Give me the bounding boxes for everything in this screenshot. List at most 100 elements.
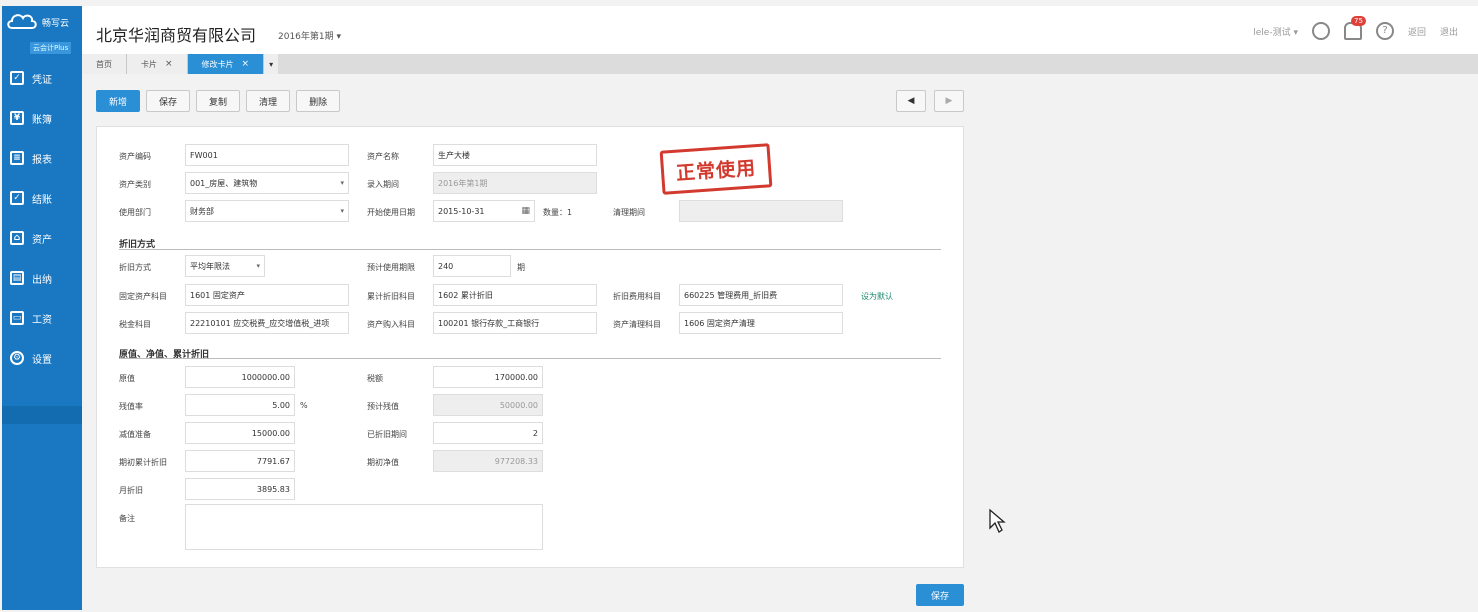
asset-name-input[interactable]: 生产大楼 (433, 144, 597, 166)
clean-acct-input[interactable]: 1606 固定资产清理 (679, 312, 843, 334)
monthly-label: 月折旧 (119, 486, 143, 495)
sidebar-item-label: 账簿 (32, 114, 52, 126)
asset-type-label: 资产类别 (119, 180, 151, 189)
section-divider (119, 358, 941, 359)
user-menu[interactable]: lele-测试 ▾ (1253, 25, 1298, 38)
tab-edit-card[interactable]: 修改卡片 × (187, 54, 265, 74)
logout-link[interactable]: 退出 (1440, 25, 1458, 38)
monthly-input[interactable]: 3895.83 (185, 478, 295, 500)
tab-card[interactable]: 卡片 × (127, 54, 188, 74)
save-button[interactable]: 保存 (146, 90, 191, 112)
dept-value: 财务部 (190, 206, 214, 216)
clear-period-label: 清理期间 (613, 208, 645, 217)
entry-period-label: 录入期间 (367, 180, 399, 189)
qty-label: 数量：1 (543, 208, 573, 217)
tab-bar: 首页 卡片 × 修改卡片 × ▾ (82, 54, 1478, 74)
sidebar-item-label: 资产 (32, 234, 52, 246)
residual-rate-label: 残值率 (119, 402, 143, 411)
report-icon: ≡ (10, 151, 24, 165)
status-stamp: 正常使用 (659, 143, 773, 195)
sidebar-item-label: 凭证 (32, 74, 52, 86)
chevron-down-icon[interactable]: ▾ (264, 54, 279, 74)
method-select[interactable]: 平均年限法 ▾ (185, 255, 265, 277)
asset-code-input[interactable]: FW001 (185, 144, 349, 166)
sidebar-item-3[interactable]: ✓ 结账 (2, 178, 82, 218)
close-icon[interactable]: × (165, 59, 173, 69)
dropdown-arrow-icon: ▾ (340, 207, 344, 215)
est-residual-input: 50000.00 (433, 394, 543, 416)
asset-code-label: 资产编码 (119, 152, 151, 161)
asset-card-form: 资产编码 FW001 资产名称 生产大楼 正常使用 资产类别 001_房屋、建筑… (96, 126, 964, 568)
start-date-input[interactable]: 2015-10-31 ▦ (433, 200, 535, 222)
prev-record-button[interactable]: ◀ (896, 90, 926, 112)
accum-acct-label: 累计折旧科目 (367, 292, 415, 301)
begin-accum-input[interactable]: 7791.67 (185, 450, 295, 472)
back-link[interactable]: 返回 (1408, 25, 1426, 38)
residual-rate-input[interactable]: 5.00 (185, 394, 295, 416)
fixed-acct-input[interactable]: 1601 固定资产 (185, 284, 349, 306)
version-badge: 云会计Plus (30, 42, 72, 54)
remark-label: 备注 (119, 514, 135, 523)
sidebar-nav: ✓ 凭证 ¥ 账簿 ≡ 报表 ✓ 结账 ⌂ 资产 ▤ 出纳 ▭ 工资 ⚙ 设置 (2, 58, 82, 424)
expense-acct-input[interactable]: 660225 管理费用_折旧费 (679, 284, 843, 306)
delete-button[interactable]: 删除 (296, 90, 341, 112)
purchase-acct-label: 资产购入科目 (367, 320, 415, 329)
footer-save-button[interactable]: 保存 (916, 584, 964, 606)
impair-label: 减值准备 (119, 430, 151, 439)
sidebar-item-7[interactable]: ⚙ 设置 (2, 338, 82, 378)
tab-label: 修改卡片 (201, 59, 234, 69)
next-record-button[interactable]: ▶ (934, 90, 964, 112)
mouse-cursor-icon (989, 508, 1006, 533)
period-selector[interactable]: 2016年第1期 ▾ (278, 29, 341, 42)
close-icon[interactable]: × (242, 59, 250, 69)
bell-icon[interactable]: 75 (1343, 16, 1366, 40)
impair-input[interactable]: 15000.00 (185, 422, 295, 444)
begin-net-input: 977208.33 (433, 450, 543, 472)
checkout-icon: ✓ (10, 191, 24, 205)
sidebar-item-0[interactable]: ✓ 凭证 (2, 58, 82, 98)
dept-label: 使用部门 (119, 208, 151, 217)
headset-icon[interactable] (1311, 22, 1330, 40)
cloud-logo-icon (7, 14, 37, 29)
new-button[interactable]: 新增 (96, 90, 141, 112)
header: 北京华润商贸有限公司 2016年第1期 ▾ lele-测试 ▾ 75 ? 返回 … (82, 6, 1478, 54)
set-default-link[interactable]: 设为默认 (861, 291, 893, 302)
sidebar-item-6[interactable]: ▭ 工资 (2, 298, 82, 338)
sidebar-item-label: 工资 (32, 314, 52, 326)
dropdown-arrow-icon: ▾ (256, 262, 260, 270)
tax-label: 税额 (367, 374, 383, 383)
calendar-icon[interactable]: ▦ (521, 206, 530, 216)
settings-gear-icon: ⚙ (10, 351, 24, 365)
salary-icon: ▭ (10, 311, 24, 325)
depr-periods-input[interactable]: 2 (433, 422, 543, 444)
tab-label: 首页 (96, 59, 112, 69)
sidebar-item-1[interactable]: ¥ 账簿 (2, 98, 82, 138)
dropdown-arrow-icon: ▾ (340, 179, 344, 187)
method-label: 折旧方式 (119, 263, 151, 272)
sidebar-item-2[interactable]: ≡ 报表 (2, 138, 82, 178)
help-icon[interactable]: ? (1375, 22, 1394, 40)
accum-acct-input[interactable]: 1602 累计折旧 (433, 284, 597, 306)
company-name: 北京华润商贸有限公司 (96, 26, 257, 45)
purchase-acct-input[interactable]: 100201 银行存款_工商银行 (433, 312, 597, 334)
remark-textarea[interactable] (185, 504, 543, 550)
dept-select[interactable]: 财务部 ▾ (185, 200, 349, 222)
sidebar-item-4[interactable]: ⌂ 资产 (2, 218, 82, 258)
tab-label: 卡片 (141, 59, 157, 69)
sidebar-divider (2, 406, 82, 424)
sidebar: 畅写云 云会计Plus ✓ 凭证 ¥ 账簿 ≡ 报表 ✓ 结账 ⌂ 资产 ▤ 出纳 ▭ 工资 ⚙ 设置 (2, 6, 82, 610)
tax-acct-input[interactable]: 22210101 应交税费_应交增值税_进项 (185, 312, 349, 334)
tax-input[interactable]: 170000.00 (433, 366, 543, 388)
clear-button[interactable]: 清理 (246, 90, 291, 112)
asset-icon: ⌂ (10, 231, 24, 245)
tab-home[interactable]: 首页 (82, 54, 127, 74)
orig-input[interactable]: 1000000.00 (185, 366, 295, 388)
clear-period-input (679, 200, 843, 222)
entry-period-input: 2016年第1期 (433, 172, 597, 194)
sidebar-item-5[interactable]: ▤ 出纳 (2, 258, 82, 298)
copy-button[interactable]: 复制 (196, 90, 241, 112)
percent-sign: % (300, 401, 308, 410)
ledger-icon: ¥ (10, 111, 24, 125)
asset-type-select[interactable]: 001_房屋、建筑物 ▾ (185, 172, 349, 194)
life-input[interactable]: 240 (433, 255, 511, 277)
